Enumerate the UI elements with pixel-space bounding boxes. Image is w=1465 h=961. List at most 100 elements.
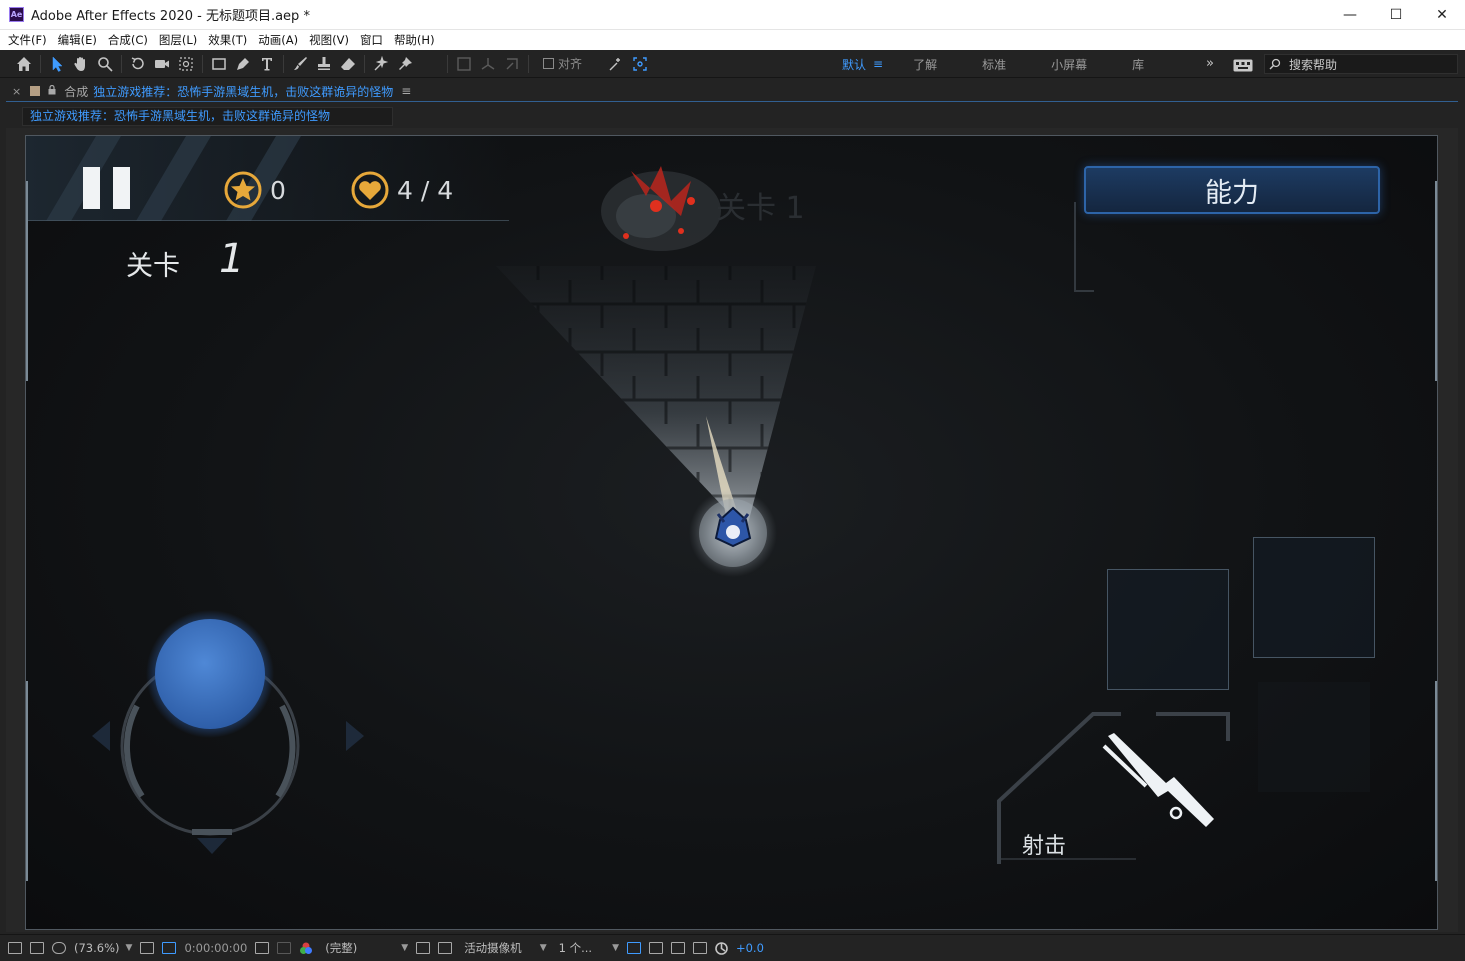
clone-stamp-tool-icon[interactable] [312,52,336,76]
align-checkbox[interactable] [543,58,554,69]
workspace-menu-icon[interactable]: ≡ [873,57,883,71]
align-label: 对齐 [558,57,583,71]
safe-zones-icon[interactable] [140,942,155,954]
zoom-tool-icon[interactable] [93,52,117,76]
player-ship-icon [714,506,752,548]
menu-animation[interactable]: 动画(A) [254,32,305,48]
pen-tool-icon[interactable] [231,52,255,76]
camera-tool-icon[interactable] [150,52,174,76]
pan-behind-tool-icon[interactable] [174,52,198,76]
type-tool-icon[interactable] [255,52,279,76]
pause-button[interactable] [83,167,131,209]
snap-icon[interactable] [604,52,628,76]
virtual-joystick[interactable] [82,606,372,856]
pause-bar-right [113,167,130,209]
camera-view-dropdown[interactable]: 活动摄像机 ▼ [464,940,546,956]
resolution-value: (完整) [325,941,358,955]
home-icon[interactable] [12,52,36,76]
keyboard-shortcuts-icon[interactable] [1233,57,1253,76]
menu-composition[interactable]: 合成(C) [104,32,155,48]
label-color-swatch[interactable] [30,86,41,96]
monitor-icon[interactable] [30,942,44,954]
region-of-interest-icon[interactable] [162,942,177,954]
align-toggle[interactable]: 对齐 [543,55,582,72]
menu-window[interactable]: 窗口 [356,32,390,48]
timeline-icon[interactable] [648,942,663,954]
safe-margin-mark [1435,181,1437,381]
toolbar-divider [364,54,365,73]
panel-menu-icon[interactable]: ≡ [401,84,411,98]
menu-file[interactable]: 文件(F) [4,32,54,48]
comp-flowchart-icon[interactable] [670,942,685,954]
camera-view-value: 活动摄像机 [464,941,522,955]
toolbar-divider [528,54,529,73]
viewer-controls-bar: (73.6%) ▼ 0:00:00:00 (完整) ▼ 活动摄像机 ▼ 1 个.… [0,934,1465,961]
workspace-learn[interactable]: 了解 [913,56,937,73]
lock-icon[interactable] [48,84,56,98]
workspace-standard[interactable]: 标准 [982,56,1006,73]
show-snapshot-icon[interactable] [277,942,292,954]
composition-panel-header: × 合成 独立游戏推荐：恐怖手游黑域生机，击败这群诡异的怪物 ≡ [0,80,1465,102]
local-axis-icon[interactable] [452,52,476,76]
ability-button[interactable]: 能力 [1084,166,1380,214]
workspace-libraries[interactable]: 库 [1132,56,1144,73]
fast-previews-icon[interactable] [416,942,431,954]
timecode: 0:00:00:00 [184,941,248,955]
puppet-pin-tool-icon[interactable] [393,52,417,76]
transparency-grid-icon[interactable] [438,942,453,954]
zoom-dropdown[interactable]: (73.6%) ▼ [74,941,132,955]
world-axis-icon[interactable] [476,52,500,76]
reset-exposure-icon[interactable] [715,941,728,955]
view-axis-icon[interactable] [500,52,524,76]
hand-tool-icon[interactable] [69,52,93,76]
roto-brush-tool-icon[interactable] [369,52,393,76]
current-time-display[interactable]: 0:00:00:00 [184,941,247,955]
rotation-tool-icon[interactable] [126,52,150,76]
help-search-field[interactable]: 搜索帮助 [1264,54,1458,74]
workspace-overflow-icon[interactable]: » [1206,56,1214,71]
selection-tool-icon[interactable] [45,52,69,76]
color-channels-icon[interactable] [299,942,313,955]
composition-viewer[interactable]: 关卡 1 0 4 / 4 关卡 1 能力 射击 [25,135,1438,930]
skill-slot[interactable] [1253,537,1375,658]
flowchart-icon[interactable] [692,942,707,954]
rectangle-tool-icon[interactable] [207,52,231,76]
menu-help[interactable]: 帮助(H) [390,32,442,48]
skill-slot[interactable] [1107,569,1229,690]
pause-bar-left [83,167,100,209]
hud-divider [26,220,509,221]
menu-layer[interactable]: 图层(L) [155,32,204,48]
resolution-dropdown[interactable]: (完整) ▼ [325,940,408,956]
after-effects-logo-icon: Ae [9,7,24,22]
safe-margin-mark [1435,681,1437,881]
always-preview-icon[interactable] [8,942,22,954]
workspace-small-screen[interactable]: 小屏幕 [1051,56,1087,73]
pixel-aspect-icon[interactable] [626,942,641,954]
shotgun-icon [1102,733,1214,827]
view-layout-dropdown[interactable]: 1 个... ▼ [559,940,619,956]
snapshot-camera-icon[interactable] [255,942,270,954]
maximize-button[interactable]: ☐ [1373,0,1419,30]
workspace-default[interactable]: 默认 [842,56,866,73]
snap-target-icon[interactable] [628,52,652,76]
eraser-tool-icon[interactable] [336,52,360,76]
menu-effect[interactable]: 效果(T) [204,32,254,48]
chevron-down-icon: ▼ [401,943,409,953]
composition-name[interactable]: 独立游戏推荐：恐怖手游黑域生机，击败这群诡异的怪物 [93,83,393,100]
menu-view[interactable]: 视图(V) [305,32,356,48]
exposure-value[interactable]: +0.0 [736,941,764,955]
star-count: 0 [270,176,286,205]
close-button[interactable]: ✕ [1419,0,1465,30]
menu-edit[interactable]: 编辑(E) [54,32,104,48]
panel-close-icon[interactable]: × [12,85,21,98]
mask-visibility-icon[interactable] [52,942,66,954]
composition-tab[interactable]: 独立游戏推荐：恐怖手游黑域生机，击败这群诡异的怪物 [22,107,393,126]
minimize-button[interactable]: — [1327,0,1373,30]
skill-slot[interactable] [1258,682,1370,792]
chevron-down-icon: ▼ [539,943,547,953]
menu-bar: 文件(F) 编辑(E) 合成(C) 图层(L) 效果(T) 动画(A) 视图(V… [0,30,1465,50]
chevron-down-icon: ▼ [612,943,619,953]
star-icon [224,171,262,209]
safe-margin-mark [26,681,28,881]
brush-tool-icon[interactable] [288,52,312,76]
